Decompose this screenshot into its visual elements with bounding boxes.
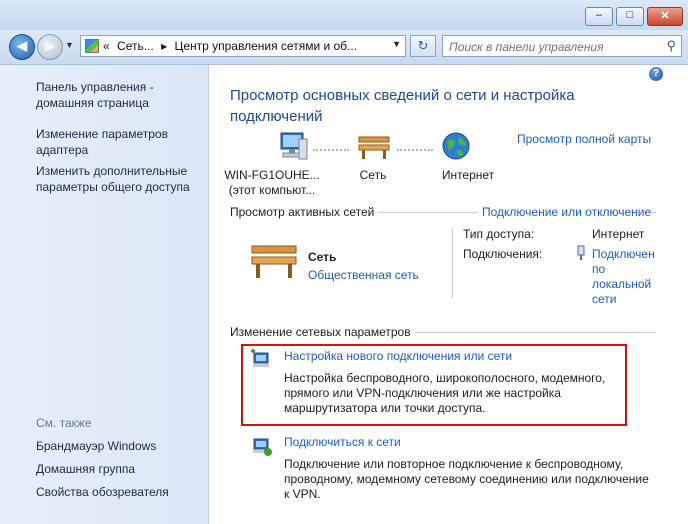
- network-name: Сеть: [308, 250, 337, 264]
- breadcrumb-network-center[interactable]: Центр управления сетями и об...: [174, 39, 357, 53]
- close-button[interactable]: ✕: [647, 7, 683, 26]
- connect-disconnect-link[interactable]: Подключение или отключение: [478, 205, 652, 219]
- active-networks-header: Просмотр активных сетей: [230, 205, 379, 219]
- task-connect-network-link[interactable]: Подключиться к сети: [284, 435, 401, 449]
- network-adapter-icon: [577, 245, 585, 260]
- help-icon[interactable]: ?: [649, 67, 663, 81]
- forward-button[interactable]: ▶: [37, 34, 63, 60]
- back-button[interactable]: ◀: [9, 34, 35, 60]
- refresh-button[interactable]: ↻: [410, 35, 436, 57]
- sidebar: Панель управления - домашняя страница Из…: [0, 65, 209, 524]
- main-content: ? Просмотр основных сведений о сети и на…: [209, 65, 688, 524]
- refresh-icon: ↻: [417, 38, 429, 53]
- maximize-button[interactable]: □: [616, 7, 644, 26]
- forward-arrow-icon: ▶: [45, 38, 55, 53]
- task-new-connection-link[interactable]: Настройка нового подключения или сети: [284, 349, 512, 363]
- bench-icon: [251, 245, 297, 278]
- map-connector: [313, 149, 349, 151]
- sidebar-item-homegroup[interactable]: Домашняя группа: [36, 461, 135, 477]
- connect-network-icon: [253, 438, 272, 456]
- connections-label: Подключения:: [463, 247, 543, 261]
- page-title: Просмотр основных сведений о сети и наст…: [230, 87, 575, 125]
- access-type-value: Интернет: [592, 227, 645, 241]
- breadcrumb-overflow[interactable]: «: [103, 39, 110, 53]
- search-input[interactable]: [447, 38, 651, 56]
- network-type-link[interactable]: Общественная сеть: [308, 268, 419, 282]
- task-new-connection-desc: Настройка беспроводного, широкополосного…: [284, 371, 606, 415]
- computer-icon[interactable]: [277, 131, 309, 163]
- breadcrumb-separator-icon[interactable]: ▸: [161, 39, 167, 53]
- bench-icon[interactable]: [357, 133, 391, 161]
- back-arrow-icon: ◀: [17, 38, 27, 53]
- breadcrumb-network[interactable]: Сеть...: [117, 39, 154, 53]
- sidebar-item-advanced-sharing[interactable]: Изменить дополнительные параметры общего…: [36, 163, 190, 195]
- new-connection-icon: [251, 349, 269, 367]
- sidebar-item-internet-options[interactable]: Свойства обозревателя: [36, 484, 169, 500]
- change-settings-header: Изменение сетевых параметров: [230, 325, 415, 339]
- navigation-bar: ◀ ▶ ▼ « Сеть... ▸ Центр управления сетям…: [0, 30, 688, 65]
- search-box[interactable]: ⚲: [442, 35, 682, 57]
- minimize-button[interactable]: –: [585, 7, 613, 26]
- map-connector: [397, 149, 433, 151]
- maximize-icon: □: [626, 9, 634, 21]
- address-dropdown-icon[interactable]: ▼: [392, 39, 401, 49]
- sidebar-item-change-adapter[interactable]: Изменение параметров адаптера: [36, 126, 168, 158]
- access-type-label: Тип доступа:: [463, 227, 535, 241]
- task-connect-network-desc: Подключение или повторное подключение к …: [284, 457, 649, 501]
- map-internet-label: Интернет: [441, 168, 495, 182]
- map-network-label: Сеть: [359, 168, 387, 182]
- sidebar-item-firewall[interactable]: Брандмауэр Windows: [36, 438, 156, 454]
- sidebar-item-control-panel-home[interactable]: Панель управления - домашняя страница: [36, 79, 154, 111]
- map-computer-label: WIN-FG1OUHE... (этот компьют...: [224, 168, 320, 197]
- close-icon: ✕: [660, 10, 670, 22]
- history-dropdown-icon[interactable]: ▼: [65, 40, 74, 50]
- minimize-icon: –: [595, 9, 603, 21]
- full-map-link[interactable]: Просмотр полной карты: [517, 132, 651, 146]
- divider: [452, 228, 453, 298]
- breadcrumb: « Сеть... ▸ Центр управления сетями и об…: [103, 39, 361, 53]
- globe-icon[interactable]: [441, 131, 471, 161]
- see-also-heading: См. также: [36, 416, 92, 430]
- search-icon[interactable]: ⚲: [666, 38, 676, 54]
- window-titlebar: – □ ✕: [0, 0, 688, 30]
- local-connection-link[interactable]: Подключен по локальной сети: [592, 247, 655, 307]
- address-bar[interactable]: « Сеть... ▸ Центр управления сетями и об…: [80, 35, 406, 57]
- control-panel-icon: [85, 39, 99, 53]
